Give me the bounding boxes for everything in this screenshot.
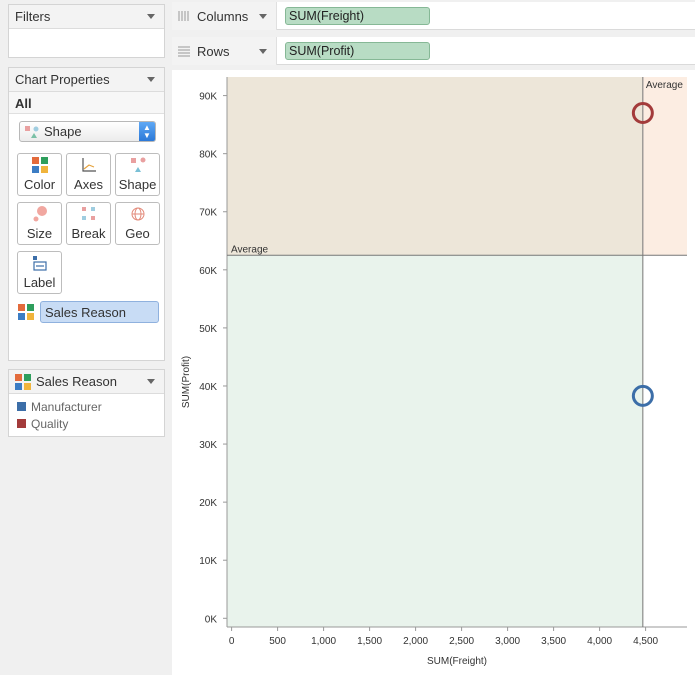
y-tick-label: 40K <box>199 382 217 393</box>
shape-icon <box>130 157 145 172</box>
filters-title: Filters <box>15 9 51 24</box>
chart-area: Average Average 0K 10K 20K 30K 40K 50K 60K 70K 80K… <box>172 70 695 675</box>
rows-pill[interactable]: SUM(Profit) <box>285 42 430 60</box>
y-tick-label: 50K <box>199 324 217 335</box>
rows-shelf: Rows SUM(Profit) <box>172 37 695 65</box>
geo-button[interactable]: Geo <box>115 202 160 245</box>
y-tick-label: 20K <box>199 498 217 509</box>
label-button[interactable]: Label <box>17 251 62 294</box>
break-icon <box>81 207 95 220</box>
color-encoding-row: Sales Reason <box>17 301 159 323</box>
axes-button[interactable]: Axes <box>66 153 111 196</box>
quadrant-top-right <box>642 77 687 256</box>
y-tick-label: 0K <box>205 614 218 625</box>
rows-menu-icon[interactable] <box>259 48 267 54</box>
chart-properties-header[interactable]: Chart Properties <box>9 68 164 92</box>
color-button-label: Color <box>23 177 56 192</box>
y-axis-title: SUM(Profit) <box>181 356 192 408</box>
chart-properties-panel: Chart Properties All Shape ▲ ▼ Color Axes <box>8 67 165 361</box>
legend-item[interactable]: Quality <box>9 415 164 432</box>
rows-grip-icon <box>178 46 190 57</box>
geo-button-label: Geo <box>125 226 150 241</box>
y-tick-label: 80K <box>199 150 217 161</box>
filters-menu-icon[interactable] <box>147 14 155 19</box>
shape-button-label: Shape <box>118 177 157 192</box>
axes-button-label: Axes <box>74 177 103 192</box>
rows-shelf-label[interactable]: Rows <box>172 37 277 65</box>
legend-header[interactable]: Sales Reason <box>9 370 164 394</box>
shape-mark-icon <box>25 125 39 138</box>
x-tick-label: 1,500 <box>357 636 382 647</box>
color-icon <box>31 157 48 173</box>
all-label: All <box>9 92 164 114</box>
legend-item[interactable]: Manufacturer <box>9 398 164 415</box>
columns-shelf: Columns SUM(Freight) <box>172 2 695 30</box>
legend-swatch <box>17 419 26 428</box>
rows-label: Rows <box>197 43 230 59</box>
sales-reason-pill[interactable]: Sales Reason <box>40 301 159 323</box>
globe-icon <box>131 207 144 221</box>
quadrant-bottom-right <box>642 255 687 627</box>
x-tick-label: 2,500 <box>449 636 474 647</box>
size-button-label: Size <box>26 226 53 241</box>
average-label-y: Average <box>231 244 269 255</box>
x-tick-label: 3,500 <box>541 636 566 647</box>
scatter-plot[interactable]: Average Average 0K 10K 20K 30K 40K 50K 60K 70K 80K… <box>172 70 695 675</box>
x-tick-label: 1,000 <box>311 636 336 647</box>
legend-panel: Sales Reason Manufacturer Quality <box>8 369 165 437</box>
legend-menu-icon[interactable] <box>147 379 155 384</box>
chart-properties-title: Chart Properties <box>15 72 110 87</box>
mark-type-label: Shape <box>44 124 82 139</box>
x-tick-label: 4,000 <box>587 636 612 647</box>
axes-icon <box>81 158 96 172</box>
quadrant-bottom-left <box>227 255 643 627</box>
chart-properties-menu-icon[interactable] <box>147 77 155 82</box>
y-tick-label: 30K <box>199 440 217 451</box>
color-button[interactable]: Color <box>17 153 62 196</box>
average-label-x: Average <box>646 80 684 91</box>
size-button[interactable]: Size <box>17 202 62 245</box>
filters-panel: Filters <box>8 4 165 58</box>
label-icon <box>32 256 47 271</box>
size-icon <box>33 206 47 222</box>
columns-menu-icon[interactable] <box>259 13 267 19</box>
columns-pill[interactable]: SUM(Freight) <box>285 7 430 25</box>
mark-type-select[interactable]: Shape ▲ ▼ <box>19 121 156 142</box>
x-tick-label: 0 <box>229 636 235 647</box>
color-legend-icon <box>15 373 31 390</box>
x-axis-title: SUM(Freight) <box>427 656 487 667</box>
x-tick-label: 4,500 <box>633 636 658 647</box>
legend-title: Sales Reason <box>36 374 117 389</box>
shape-button[interactable]: Shape <box>115 153 160 196</box>
x-tick-label: 3,000 <box>495 636 520 647</box>
legend-swatch <box>17 402 26 411</box>
filters-header[interactable]: Filters <box>9 5 164 29</box>
color-encoding-icon <box>18 304 34 320</box>
x-tick-label: 2,000 <box>403 636 428 647</box>
x-tick-label: 500 <box>269 636 286 647</box>
columns-label: Columns <box>197 8 249 24</box>
quadrant-top-left <box>227 77 643 256</box>
break-button[interactable]: Break <box>66 202 111 245</box>
y-tick-label: 10K <box>199 556 217 567</box>
chevron-updown-icon[interactable]: ▲ ▼ <box>139 122 155 141</box>
label-button-label: Label <box>23 275 56 290</box>
columns-shelf-label[interactable]: Columns <box>172 2 277 30</box>
y-tick-label: 70K <box>199 208 217 219</box>
legend-item-label: Manufacturer <box>31 399 102 414</box>
y-tick-label: 90K <box>199 92 217 103</box>
legend-item-label: Quality <box>31 416 69 431</box>
columns-grip-icon <box>178 11 189 21</box>
break-button-label: Break <box>71 226 106 241</box>
y-tick-label: 60K <box>199 266 217 277</box>
